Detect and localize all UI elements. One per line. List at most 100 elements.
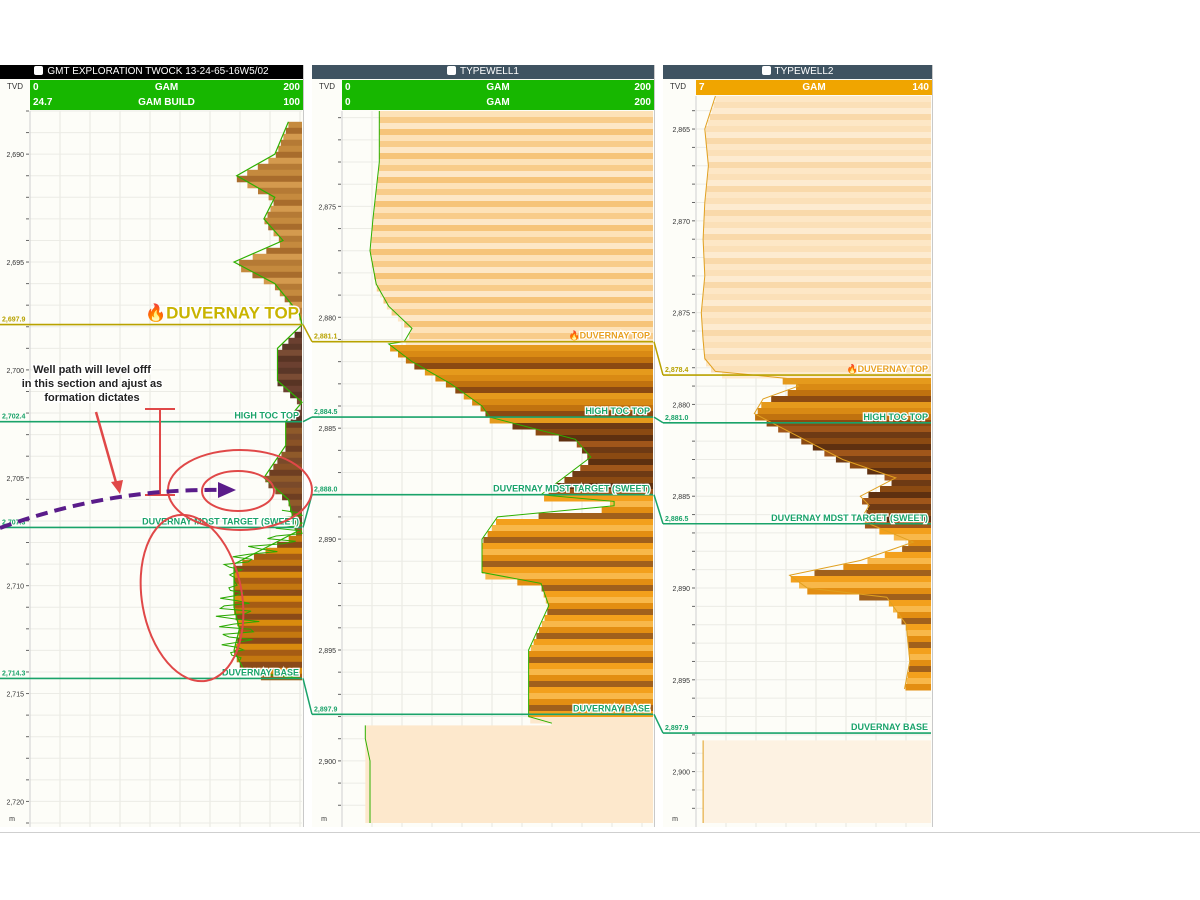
correlation-connector [302, 494, 313, 528]
lithology-band [702, 300, 931, 307]
lithology-band [455, 387, 653, 394]
lithology-band [906, 630, 931, 637]
curve-header-gam[interactable]: 0 GAM 200 [342, 80, 654, 95]
lithology-band [708, 162, 931, 169]
lithology-band [528, 663, 653, 670]
tvd-tick-label: 2,865 [672, 127, 690, 134]
lithology-band [884, 552, 931, 559]
lithology-band [905, 684, 931, 691]
lithology-band [707, 120, 931, 127]
lithology-band [264, 217, 302, 225]
lithology-band [487, 531, 653, 538]
lithology-band [481, 549, 653, 556]
correlation-connector [653, 494, 664, 524]
lithology-band [905, 624, 931, 631]
formation-top-label: DUVERNAY BASE [851, 722, 928, 732]
lithology-band [897, 612, 931, 619]
lithology-band [379, 147, 653, 154]
lithology-band [391, 309, 653, 316]
lithology-band [270, 205, 302, 213]
lithology-band [812, 444, 931, 451]
lithology-band [378, 171, 653, 178]
lithology-band [601, 507, 653, 514]
curve-header-gam-2[interactable]: 0 GAM 200 [342, 95, 654, 110]
lithology-band [588, 459, 653, 466]
track-2-log-plot: 2,875 2,880 2,885 2,890 2,895 2,900 m 2,881.1 🔥D… [312, 111, 653, 827]
lithology-band [372, 225, 653, 232]
track-3-title: TYPEWELL2 [774, 66, 834, 77]
lithology-band [379, 111, 653, 118]
lithology-band [282, 343, 302, 351]
lithology-band [704, 270, 931, 277]
track-1-header: GMT EXPLORATION TWOCK 13-24-65-16W5/02 [0, 65, 303, 79]
lithology-band [379, 129, 653, 136]
lithology-band [257, 163, 302, 171]
lithology-band [528, 651, 653, 658]
tvd-tick-label: 2,890 [672, 586, 690, 593]
lithology-band [236, 655, 302, 663]
correlation-connector [302, 678, 313, 715]
curve-name: GAM [154, 82, 179, 93]
formation-top-label: DUVERNAY BASE [573, 703, 650, 713]
track-1-log-plot: 2,690 2,695 2,700 2,705 2,710 2,715 2,720 m 2,69… [0, 110, 303, 827]
lithology-band [908, 648, 931, 655]
lithology-band [397, 315, 653, 322]
formation-top-label: 🔥DUVERNAY TOP [568, 330, 650, 341]
formation-top-label: HIGH TOC TOP [585, 406, 650, 416]
formation-top-depth: 2,881.1 [314, 334, 337, 341]
curve-header-gam[interactable]: 7 GAM 140 [696, 80, 932, 95]
tvd-tick-label: 2,885 [672, 494, 690, 501]
lithology-band [273, 199, 302, 207]
tvd-tick-label: 2,890 [318, 537, 336, 544]
well-log-icon [34, 66, 44, 75]
lithology-band [277, 361, 302, 369]
lithology-band [609, 501, 653, 508]
lithology-band [790, 576, 931, 583]
correlation-connector [302, 324, 313, 343]
lithology-band [281, 451, 302, 459]
lithology-band [539, 627, 653, 634]
lithology-band [533, 639, 653, 646]
lithology-band [294, 331, 302, 339]
formation-top-depth: 2,714.3 [2, 670, 25, 677]
lithology-band [702, 330, 931, 337]
curve-header-gam-build[interactable]: 24.7 GAM BUILD 100 [30, 95, 303, 110]
lithology-band [530, 645, 653, 652]
lithology-band [564, 477, 653, 484]
formation-top-label: DUVERNAY BASE [222, 667, 299, 677]
lithology-band [704, 264, 931, 271]
lithology-band [713, 102, 931, 109]
lithology-band [907, 672, 931, 679]
lithology-band [247, 181, 302, 189]
tvd-tick-label: 2,885 [318, 426, 336, 433]
lithology-band [705, 138, 931, 145]
lithology-band [708, 168, 931, 175]
lithology-band [538, 513, 653, 520]
correlation-connector [653, 416, 664, 424]
lithology-band [703, 228, 931, 235]
lithology-band [379, 123, 653, 130]
formation-top-label: DUVERNAY MDST TARGET (SWEET) [771, 513, 928, 523]
lithology-band [704, 216, 931, 223]
tvd-tick-label: 2,710 [6, 584, 24, 591]
lithology-band [371, 237, 653, 244]
lithology-band [234, 571, 302, 579]
lithology-band [404, 321, 653, 328]
lithology-band [373, 267, 653, 274]
lithology-band [705, 192, 931, 199]
curve-name: GAM BUILD [138, 97, 195, 108]
lithology-band [277, 355, 302, 363]
lithology-band [485, 573, 653, 580]
curve-header-gam[interactable]: 0 GAM 200 [30, 80, 303, 95]
lithology-band [300, 325, 302, 333]
lithology-band [782, 378, 931, 385]
lithology-band [383, 297, 653, 304]
lithology-band [379, 159, 653, 166]
lithology-band [801, 438, 931, 445]
formation-top-label: HIGH TOC TOP [234, 411, 299, 421]
formation-top-depth: 2,886.5 [665, 516, 688, 523]
lithology-band [491, 525, 653, 532]
lithology-band [285, 127, 302, 135]
lithology-band [275, 151, 302, 159]
formation-top-depth: 2,697.9 [2, 317, 25, 324]
